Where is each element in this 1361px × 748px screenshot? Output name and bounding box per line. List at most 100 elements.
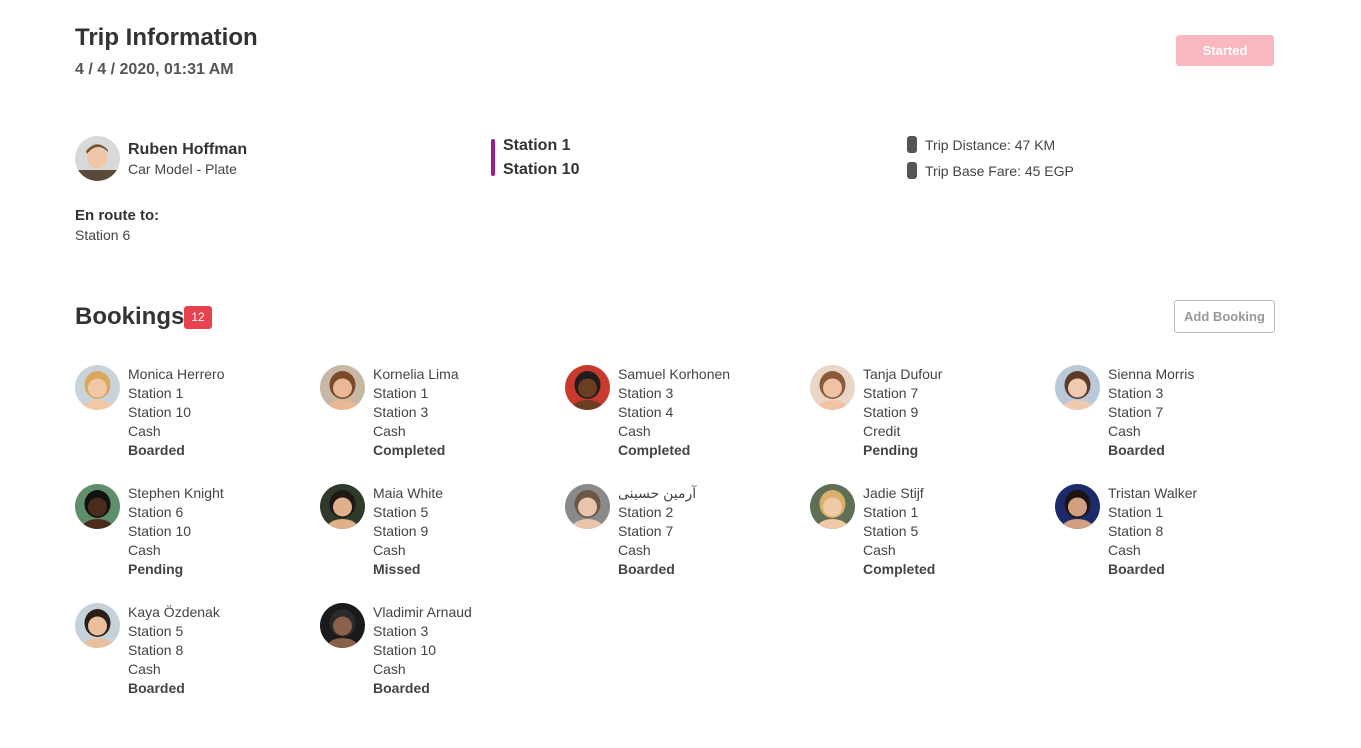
booking-info: Kaya Özdenak Station 5 Station 8 Cash Boarde… bbox=[128, 603, 220, 698]
driver-car: Car Model - Plate bbox=[128, 161, 237, 177]
booking-card[interactable]: Vladimir Arnaud Station 3 Station 10 Cash Bo… bbox=[320, 603, 565, 698]
booking-info: Kornelia Lima Station 1 Station 3 Cash Compl… bbox=[373, 365, 459, 460]
booking-status: Completed bbox=[618, 442, 691, 458]
payment-method: Cash bbox=[618, 542, 651, 558]
passenger-name: Tanja Dufour bbox=[863, 366, 943, 382]
payment-method: Cash bbox=[618, 423, 651, 439]
booking-info: Jadie Stijf Station 1 Station 5 Cash Complet… bbox=[863, 484, 935, 579]
trip-date: 4 / 4 / 2020, 01:31 AM bbox=[75, 61, 234, 78]
booking-status: Missed bbox=[373, 561, 421, 577]
bookings-count-badge: 12 bbox=[184, 306, 212, 329]
booking-card[interactable]: Jadie Stijf Station 1 Station 5 Cash Complet… bbox=[810, 484, 1055, 579]
dropoff-station: Station 3 bbox=[373, 404, 429, 420]
booking-card[interactable]: Stephen Knight Station 6 Station 10 Cash Pen… bbox=[75, 484, 320, 579]
passenger-avatar bbox=[320, 603, 365, 648]
passenger-name: Sienna Morris bbox=[1108, 366, 1195, 382]
payment-method: Cash bbox=[1108, 542, 1141, 558]
pickup-station: Station 3 bbox=[1108, 385, 1164, 401]
trip-fare-text: Trip Base Fare: 45 EGP bbox=[925, 162, 1074, 179]
passenger-avatar bbox=[565, 484, 610, 529]
passenger-avatar bbox=[75, 365, 120, 410]
passenger-avatar bbox=[1055, 484, 1100, 529]
booking-card[interactable]: Maia White Station 5 Station 9 Cash Missed bbox=[320, 484, 565, 579]
payment-method: Cash bbox=[373, 542, 406, 558]
pickup-station: Station 5 bbox=[373, 504, 429, 520]
trip-distance-text: Trip Distance: 47 KM bbox=[925, 136, 1056, 153]
booking-card[interactable]: آرمین حسینی Station 2 Station 7 Cash Boarded bbox=[565, 484, 810, 579]
passenger-avatar bbox=[320, 365, 365, 410]
booking-info: Maia White Station 5 Station 9 Cash Missed bbox=[373, 484, 443, 579]
booking-status: Completed bbox=[373, 442, 446, 458]
passenger-avatar bbox=[810, 484, 855, 529]
booking-card[interactable]: Tristan Walker Station 1 Station 8 Cash Boar… bbox=[1055, 484, 1300, 579]
bookings-title: Bookings bbox=[75, 303, 185, 330]
passenger-name: Stephen Knight bbox=[128, 485, 224, 501]
passenger-avatar bbox=[565, 365, 610, 410]
booking-status: Boarded bbox=[373, 680, 430, 696]
passenger-name: Tristan Walker bbox=[1108, 485, 1198, 501]
booking-card[interactable]: Kaya Özdenak Station 5 Station 8 Cash Boarde… bbox=[75, 603, 320, 698]
passenger-avatar bbox=[810, 365, 855, 410]
booking-info: Monica Herrero Station 1 Station 10 Cash Boa… bbox=[128, 365, 224, 460]
passenger-avatar bbox=[75, 603, 120, 648]
passenger-avatar bbox=[1055, 365, 1100, 410]
booking-info: Tanja Dufour Station 7 Station 9 Credit Pend… bbox=[863, 365, 942, 460]
payment-method: Cash bbox=[128, 423, 161, 439]
dropoff-station: Station 7 bbox=[1108, 404, 1164, 420]
booking-card[interactable]: Kornelia Lima Station 1 Station 3 Cash Compl… bbox=[320, 365, 565, 460]
booking-status: Pending bbox=[128, 561, 184, 577]
trip-title: Trip Information bbox=[75, 24, 258, 51]
passenger-name: Kaya Özdenak bbox=[128, 604, 220, 620]
booking-status: Boarded bbox=[128, 680, 185, 696]
pickup-station: Station 1 bbox=[128, 385, 184, 401]
passenger-name: آرمین حسینی bbox=[618, 485, 697, 501]
dropoff-station: Station 9 bbox=[373, 523, 429, 539]
booking-status: Boarded bbox=[618, 561, 675, 577]
driver-card: Ruben Hoffman Car Model - Plate bbox=[75, 136, 247, 181]
fare-icon bbox=[907, 162, 917, 179]
booking-card[interactable]: Samuel Korhonen Station 3 Station 4 Cash Com… bbox=[565, 365, 810, 460]
payment-method: Cash bbox=[373, 661, 406, 677]
payment-method: Cash bbox=[863, 542, 896, 558]
enroute-block: En route to: Station 6 bbox=[75, 207, 159, 245]
booking-info: Tristan Walker Station 1 Station 8 Cash Boar… bbox=[1108, 484, 1197, 579]
route-to: Station 10 bbox=[503, 161, 580, 178]
dropoff-station: Station 8 bbox=[128, 642, 184, 658]
booking-info: Vladimir Arnaud Station 3 Station 10 Cash Bo… bbox=[373, 603, 472, 698]
payment-method: Cash bbox=[128, 542, 161, 558]
route-from: Station 1 bbox=[503, 137, 571, 154]
booking-card[interactable]: Sienna Morris Station 3 Station 7 Cash Board… bbox=[1055, 365, 1300, 460]
distance-icon bbox=[907, 136, 917, 153]
driver-avatar bbox=[75, 136, 120, 181]
passenger-avatar bbox=[75, 484, 120, 529]
pickup-station: Station 7 bbox=[863, 385, 919, 401]
driver-name: Ruben Hoffman bbox=[128, 141, 248, 158]
passenger-name: Monica Herrero bbox=[128, 366, 225, 382]
dropoff-station: Station 5 bbox=[863, 523, 919, 539]
dropoff-station: Station 10 bbox=[128, 404, 192, 420]
trip-fare: Trip Base Fare: 45 EGP bbox=[907, 162, 1074, 179]
pickup-station: Station 2 bbox=[618, 504, 674, 520]
passenger-avatar bbox=[320, 484, 365, 529]
booking-info: Stephen Knight Station 6 Station 10 Cash Pen… bbox=[128, 484, 224, 579]
booking-status: Boarded bbox=[128, 442, 185, 458]
booking-card[interactable]: Tanja Dufour Station 7 Station 9 Credit Pend… bbox=[810, 365, 1055, 460]
enroute-label: En route to: bbox=[75, 207, 160, 224]
started-button[interactable]: Started bbox=[1176, 35, 1274, 66]
bookings-grid: Monica Herrero Station 1 Station 10 Cash Boa… bbox=[75, 365, 1305, 698]
passenger-name: Kornelia Lima bbox=[373, 366, 459, 382]
pickup-station: Station 1 bbox=[863, 504, 919, 520]
booking-card[interactable]: Monica Herrero Station 1 Station 10 Cash Boa… bbox=[75, 365, 320, 460]
pickup-station: Station 1 bbox=[1108, 504, 1164, 520]
booking-info: Samuel Korhonen Station 3 Station 4 Cash Com… bbox=[618, 365, 730, 460]
payment-method: Cash bbox=[128, 661, 161, 677]
passenger-name: Maia White bbox=[373, 485, 444, 501]
booking-status: Boarded bbox=[1108, 561, 1165, 577]
passenger-name: Vladimir Arnaud bbox=[373, 604, 472, 620]
booking-info: Sienna Morris Station 3 Station 7 Cash Board… bbox=[1108, 365, 1194, 460]
dropoff-station: Station 7 bbox=[618, 523, 674, 539]
pickup-station: Station 1 bbox=[373, 385, 429, 401]
add-booking-button[interactable]: Add Booking bbox=[1174, 300, 1275, 333]
booking-info: آرمین حسینی Station 2 Station 7 Cash Boarded bbox=[618, 484, 696, 579]
booking-status: Boarded bbox=[1108, 442, 1165, 458]
